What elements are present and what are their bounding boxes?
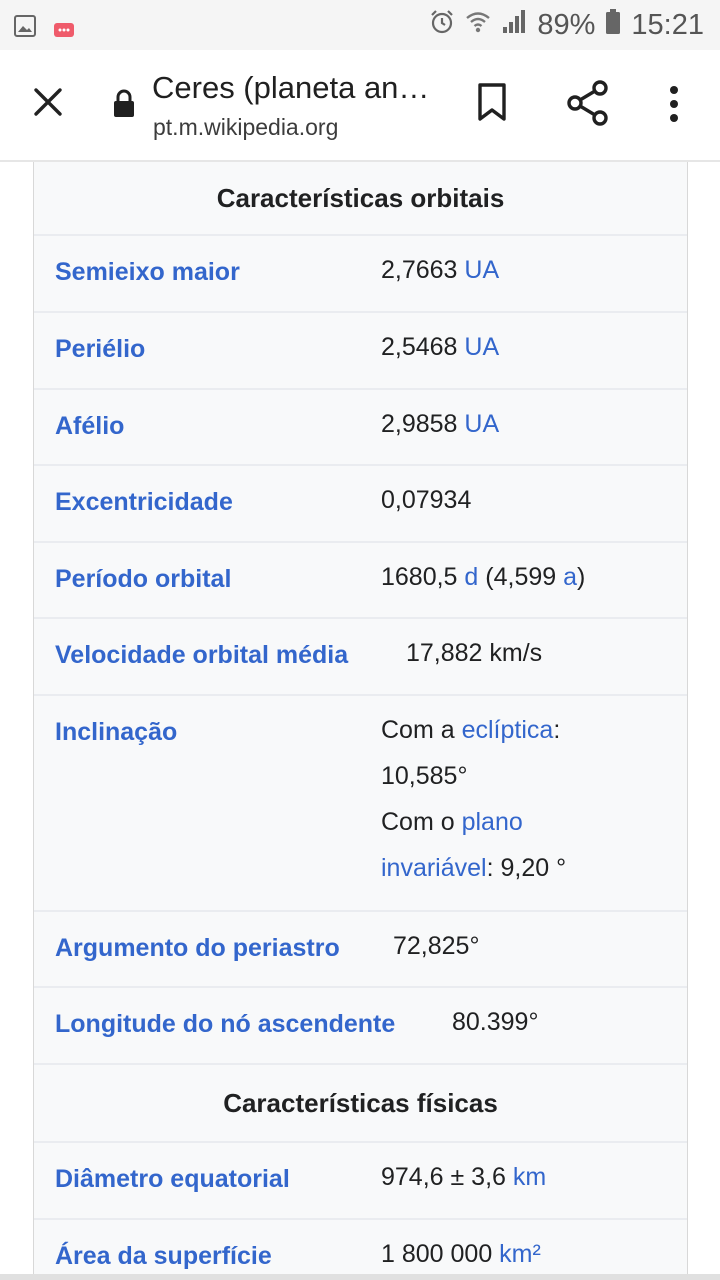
value-text: Com o [381, 808, 462, 836]
link-ecliptica[interactable]: eclíptica [462, 716, 554, 744]
page-title[interactable]: Ceres (planeta an… [152, 70, 442, 106]
row-label-perielio[interactable]: Periélio [34, 313, 381, 388]
value-text: : 9,20 ° [486, 854, 567, 882]
unit-link-years[interactable]: a [563, 563, 577, 591]
infobox-row-periastro: Argumento do periastro 72,825° [34, 912, 687, 988]
unit-link-ua[interactable]: UA [464, 333, 499, 361]
row-value-periastro: 72,825° [393, 932, 480, 960]
alarm-icon [429, 9, 455, 42]
row-label-afelio[interactable]: Afélio [34, 390, 381, 464]
value-text: 2,9858 [381, 410, 465, 438]
row-label-periastro[interactable]: Argumento do periastro [34, 912, 393, 986]
battery-percentage: 89% [537, 9, 596, 41]
unit-link-days[interactable]: d [464, 563, 478, 591]
row-value-periodo: 1680,5 d (4,599 a) [381, 532, 585, 617]
row-label-excentricidade[interactable]: Excentricidade [34, 466, 381, 541]
row-label-area[interactable]: Área da superfície [34, 1220, 381, 1280]
row-value-perielio: 2,5468 UA [381, 302, 499, 388]
page-content: Características orbitais Semieixo maior … [0, 162, 720, 1280]
wifi-icon [465, 9, 491, 42]
row-value-afelio: 2,9858 UA [381, 379, 499, 464]
unit-link-ua[interactable]: UA [464, 410, 499, 438]
unit-link-km2[interactable]: km² [499, 1240, 541, 1268]
more-vert-icon[interactable] [660, 84, 688, 124]
lock-icon [112, 88, 136, 120]
infobox-row-inclinacao: Inclinação Com a eclíptica: 10,585° Com … [34, 696, 687, 912]
value-text: 974,6 ± 3,6 [381, 1163, 513, 1191]
row-label-semieixo[interactable]: Semieixo maior [34, 236, 381, 311]
infobox-row-periodo: Período orbital 1680,5 d (4,599 a) [34, 543, 687, 619]
clock: 15:21 [631, 9, 704, 41]
page-url[interactable]: pt.m.wikipedia.org [153, 114, 338, 141]
inclinacao-line-2: 10,585° [381, 762, 468, 790]
link-plano-invariavel-cont[interactable]: invariável [381, 854, 487, 882]
signal-icon [501, 9, 527, 42]
row-value-excentricidade: 0,07934 [381, 486, 472, 514]
row-value-area: 1 800 000 km² [381, 1209, 541, 1280]
value-text: 1680,5 [381, 563, 465, 591]
notification-icon [54, 12, 74, 44]
row-value-velocidade: 17,882 km/s [406, 639, 543, 667]
value-text: : [553, 716, 561, 744]
infobox-row-excentricidade: Excentricidade 0,07934 [34, 466, 687, 543]
row-value-inclinacao: Com a eclíptica: 10,585° Com o plano inv… [381, 685, 566, 910]
bookmark-icon[interactable] [474, 82, 510, 122]
inclinacao-line-3: Com o plano [381, 799, 566, 845]
value-text: Com a [381, 716, 462, 744]
value-text: ) [577, 563, 586, 591]
infobox-row-afelio: Afélio 2,9858 UA [34, 390, 687, 466]
share-icon[interactable] [566, 80, 610, 126]
gallery-icon [14, 12, 36, 44]
infobox-row-diametro: Diâmetro equatorial 974,6 ± 3,6 km [34, 1143, 687, 1220]
infobox-row-velocidade: Velocidade orbital média 17,882 km/s [34, 619, 687, 696]
unit-link-ua[interactable]: UA [464, 256, 499, 284]
section-header-orbital: Características orbitais [34, 162, 687, 236]
unit-link-km[interactable]: km [513, 1163, 546, 1191]
row-label-diametro[interactable]: Diâmetro equatorial [34, 1143, 381, 1218]
section-header-physical: Características físicas [34, 1065, 687, 1143]
value-text: 1 800 000 [381, 1240, 500, 1268]
value-text: (4,599 [478, 563, 564, 591]
infobox-row-longitude: Longitude do nó ascendente 80.399° [34, 988, 687, 1065]
infobox-row-semieixo: Semieixo maior 2,7663 UA [34, 236, 687, 313]
bottom-divider [0, 1274, 720, 1280]
close-icon[interactable] [28, 82, 68, 122]
row-value-diametro: 974,6 ± 3,6 km [381, 1132, 546, 1218]
row-label-periodo[interactable]: Período orbital [34, 543, 381, 617]
status-bar: 89% 15:21 [0, 0, 720, 50]
infobox-row-perielio: Periélio 2,5468 UA [34, 313, 687, 390]
link-plano-invariavel[interactable]: plano [462, 808, 523, 836]
row-value-semieixo: 2,7663 UA [381, 225, 499, 311]
value-text: 2,7663 [381, 256, 465, 284]
inclinacao-line-4: invariável: 9,20 ° [381, 845, 566, 891]
row-label-inclinacao[interactable]: Inclinação [34, 696, 381, 910]
browser-toolbar: Ceres (planeta an… pt.m.wikipedia.org [0, 50, 720, 162]
infobox: Características orbitais Semieixo maior … [33, 162, 688, 1280]
value-text: 2,5468 [381, 333, 465, 361]
battery-icon [605, 8, 621, 42]
row-label-longitude[interactable]: Longitude do nó ascendente [34, 988, 452, 1063]
infobox-row-area: Área da superfície 1 800 000 km² [34, 1220, 687, 1280]
row-value-longitude: 80.399° [452, 1008, 539, 1036]
row-label-velocidade[interactable]: Velocidade orbital média [34, 619, 406, 694]
inclinacao-line-1: Com a eclíptica: [381, 707, 566, 753]
